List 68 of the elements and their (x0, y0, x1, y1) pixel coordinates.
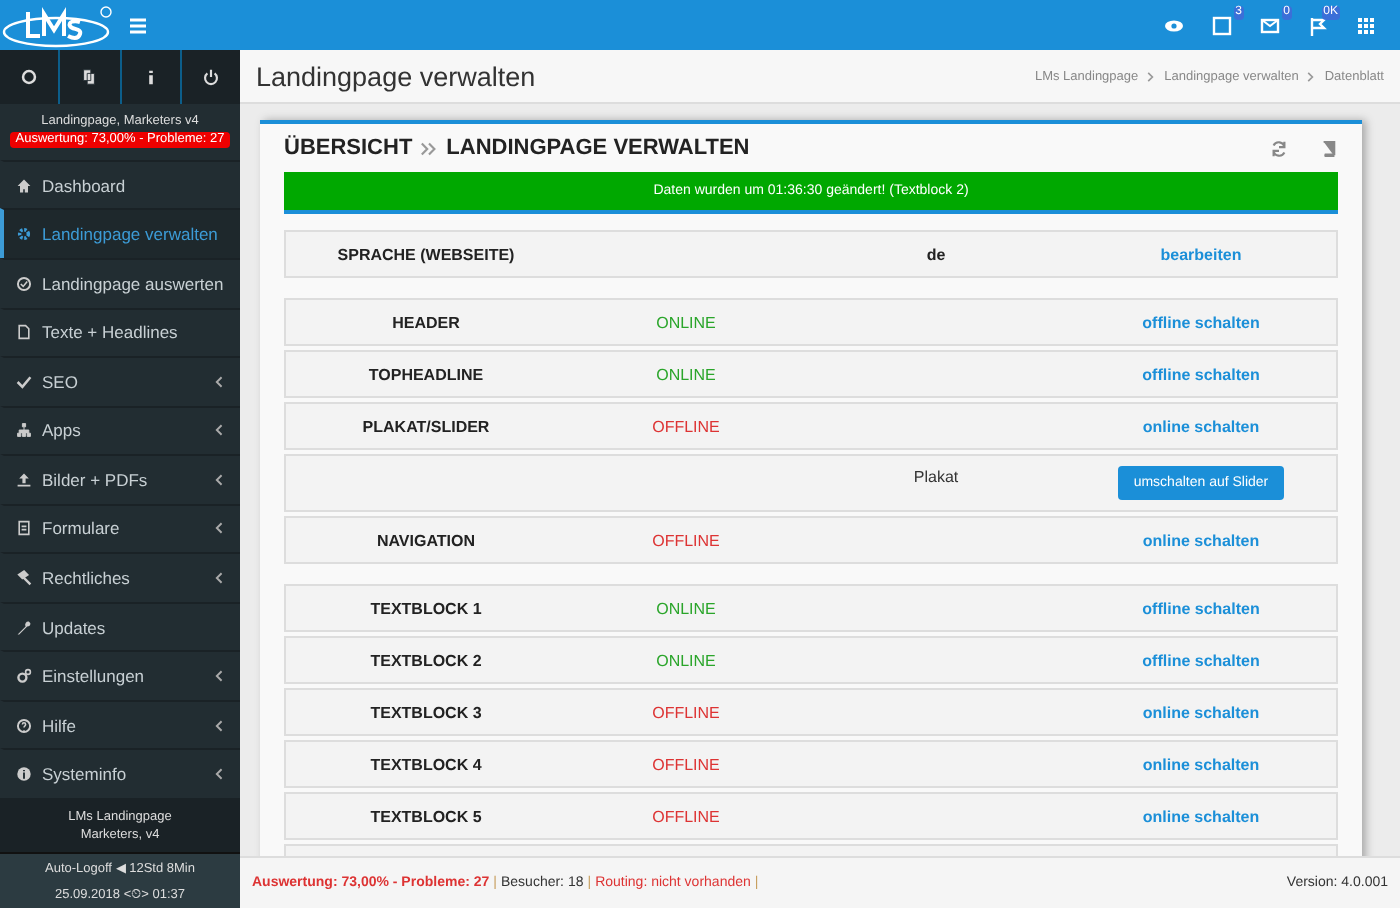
document-icon (16, 520, 32, 537)
status-text: OFFLINE (652, 807, 720, 825)
row-label: TEXTBLOCK 3 (368, 703, 484, 721)
power-icon (201, 67, 220, 86)
status-text: OFFLINE (652, 703, 720, 721)
sitemap-icon (16, 422, 32, 439)
toggle-link[interactable]: online schalten (1142, 531, 1260, 549)
chevron-left-icon (212, 717, 228, 734)
row-label: SPRACHE (WEBSEITE) (335, 245, 517, 263)
menu-icon (128, 15, 148, 35)
panel-subtitle: LANDINGPAGE VERWALTEN (446, 136, 750, 160)
status-text: ONLINE (656, 313, 716, 331)
note-icon (1212, 15, 1232, 35)
check-circle-icon (16, 275, 32, 292)
toggle-link[interactable]: offline schalten (1142, 651, 1260, 669)
chevron-right-icon (1144, 69, 1159, 83)
toggle-link[interactable]: online schalten (1142, 755, 1260, 773)
panel-title: ÜBERSICHT (284, 136, 413, 160)
home-icon (16, 177, 32, 194)
menu-item[interactable]: Landingpage verwalten (0, 208, 240, 258)
status-text: ONLINE (656, 651, 716, 669)
gear-icon (16, 226, 32, 243)
row-value: Plakat (911, 468, 961, 486)
status-text: OFFLINE (652, 755, 720, 773)
check-icon (16, 373, 32, 390)
toggle-link[interactable]: online schalten (1142, 807, 1260, 825)
row-value: de (924, 245, 948, 263)
upload-icon (16, 471, 32, 488)
row-label: TEXTBLOCK 1 (368, 599, 484, 617)
toggle-link[interactable]: online schalten (1142, 703, 1260, 721)
status-text: OFFLINE (652, 417, 720, 435)
status-text: ONLINE (656, 365, 716, 383)
gears-icon (16, 668, 32, 685)
page-title: Landingpage verwalten (256, 61, 536, 91)
row-label: PLAKAT/SLIDER (360, 417, 492, 435)
grid-icon (1356, 15, 1376, 35)
gavel-icon (16, 570, 32, 587)
row-label: TEXTBLOCK 2 (368, 651, 484, 669)
copy-icon (80, 67, 99, 86)
flag-icon (1308, 15, 1328, 35)
toggle-link[interactable]: offline schalten (1142, 365, 1260, 383)
refresh-icon (20, 67, 39, 86)
row-label: TEXTBLOCK 5 (368, 807, 484, 825)
double-chevron-icon (420, 139, 439, 157)
toggle-link[interactable]: offline schalten (1142, 599, 1260, 617)
row-label: NAVIGATION (374, 531, 478, 549)
envelope-icon (1260, 15, 1280, 35)
row-label: HEADER (390, 313, 462, 331)
status-text: OFFLINE (652, 531, 720, 549)
chevron-left-icon (212, 766, 228, 783)
chevron-left-icon (212, 520, 228, 537)
chevron-right-icon (1304, 69, 1319, 83)
question-icon (16, 717, 32, 734)
toggle-link[interactable]: offline schalten (1142, 313, 1260, 331)
edit-link[interactable]: bearbeiten (1160, 245, 1242, 263)
status-text: ONLINE (656, 599, 716, 617)
chevron-left-icon (212, 373, 228, 390)
eye-icon (1164, 15, 1184, 35)
toggle-link[interactable]: online schalten (1142, 417, 1260, 435)
refresh-icon (1270, 139, 1288, 157)
chevron-left-icon (212, 471, 228, 488)
row-label: TEXTBLOCK 4 (368, 755, 484, 773)
chevron-left-icon (212, 668, 228, 685)
info-icon (16, 766, 32, 783)
chevron-left-icon (212, 422, 228, 439)
chevron-left-icon (212, 570, 228, 587)
document-icon (16, 324, 32, 341)
row-label: TOPHEADLINE (366, 365, 486, 383)
